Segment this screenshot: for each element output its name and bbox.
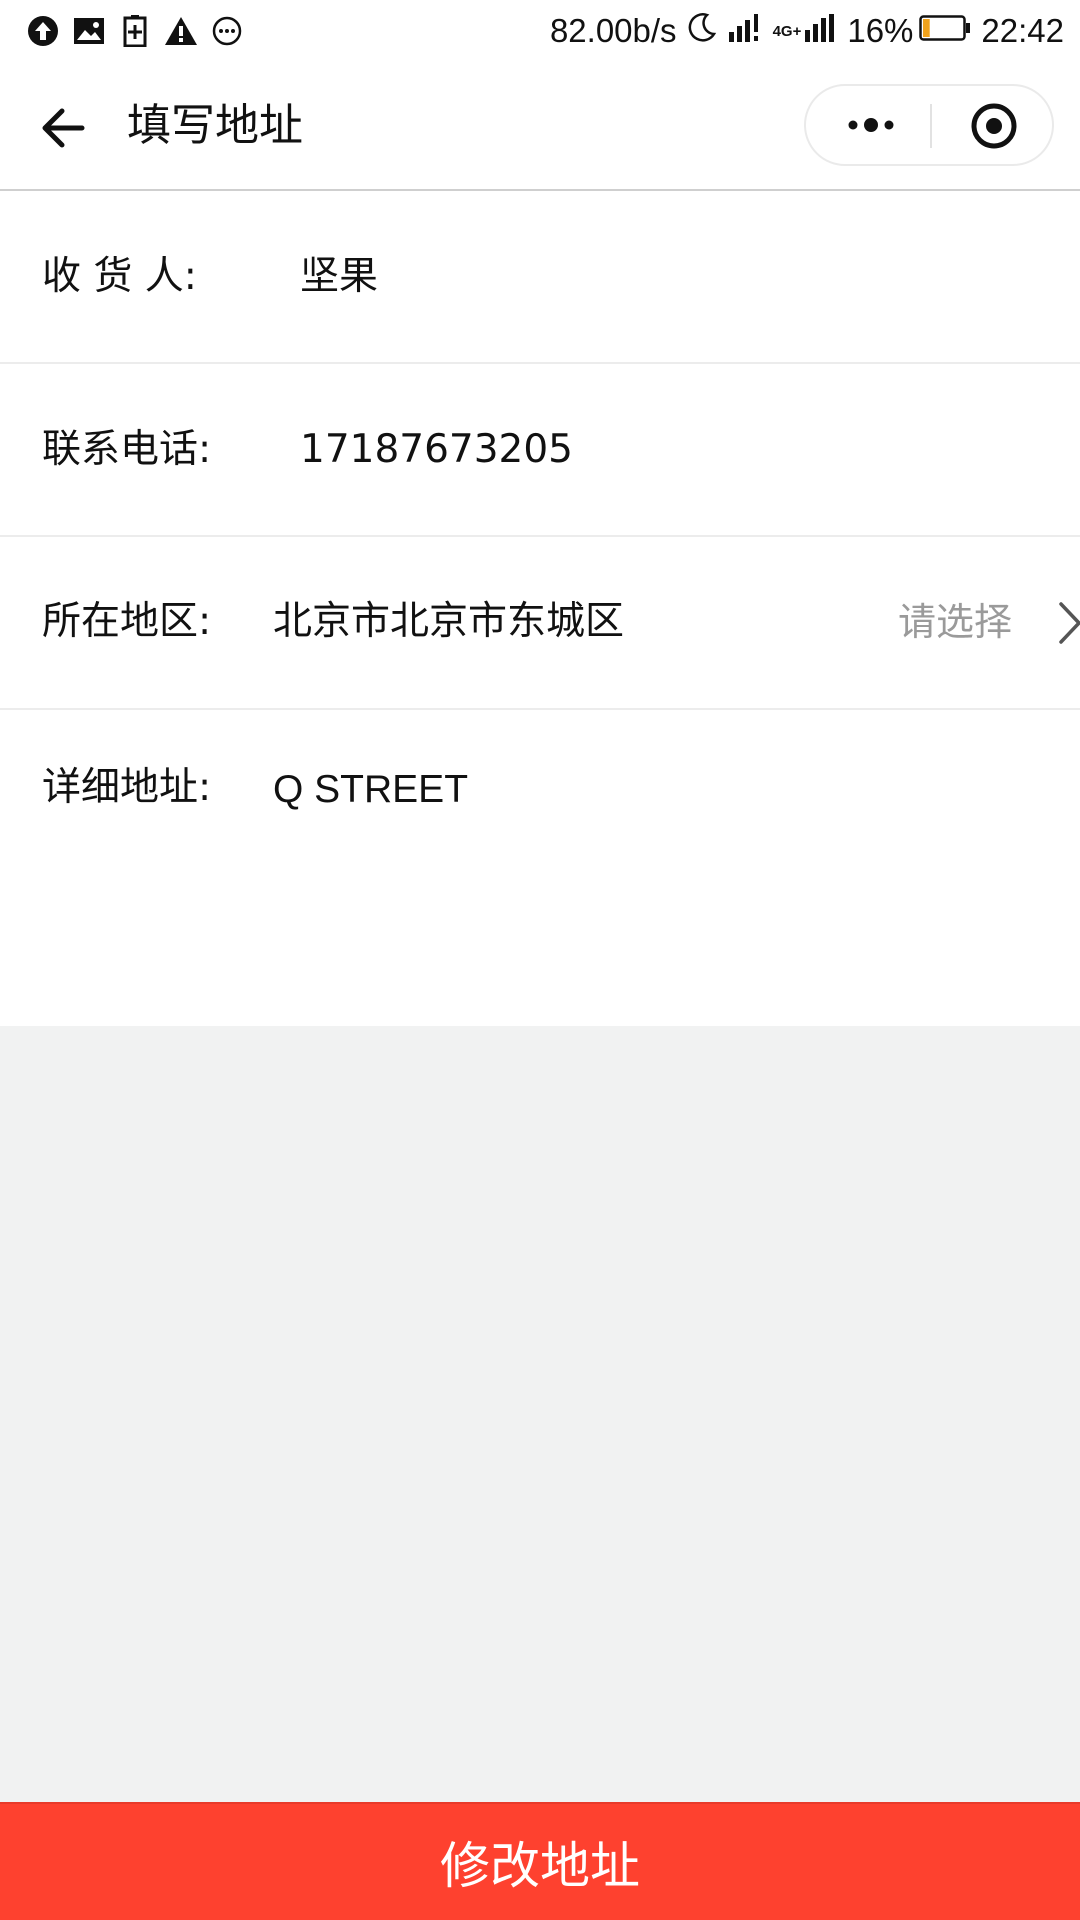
battery-percent: 16% bbox=[847, 12, 914, 49]
close-button[interactable] bbox=[970, 102, 1018, 150]
back-button[interactable] bbox=[36, 100, 92, 156]
nav-bar: 填写地址 bbox=[0, 62, 1080, 191]
image-icon bbox=[72, 14, 106, 48]
region-picker-hint[interactable]: 请选择 bbox=[898, 597, 1012, 647]
battery-saver-icon bbox=[118, 14, 152, 48]
phone-row: 联系电话: 17187673205 bbox=[0, 364, 1080, 535]
modify-address-button[interactable]: 修改地址 bbox=[0, 1802, 1080, 1920]
more-circle-icon bbox=[210, 14, 244, 48]
recipient-label: 收 货 人: bbox=[42, 254, 197, 299]
signal-icon bbox=[727, 12, 761, 50]
warning-icon bbox=[164, 14, 198, 48]
phone-label: 联系电话: bbox=[42, 427, 212, 472]
page-title: 填写地址 bbox=[127, 100, 303, 151]
recipient-input[interactable]: 坚果 bbox=[300, 252, 378, 302]
recipient-row: 收 货 人: 坚果 bbox=[0, 191, 1080, 362]
region-label: 所在地区: bbox=[42, 599, 212, 644]
status-bar-notification-icons bbox=[26, 14, 256, 48]
signal-icon-2 bbox=[803, 12, 837, 50]
clock: 22:42 bbox=[981, 12, 1064, 49]
battery-icon bbox=[919, 12, 971, 50]
capsule-divider bbox=[930, 104, 932, 148]
detail-label: 详细地址: bbox=[42, 765, 212, 810]
more-dots-icon bbox=[848, 118, 894, 132]
net-speed: 82.00b/s bbox=[549, 12, 677, 49]
moon-icon bbox=[687, 12, 717, 50]
detail-row: 详细地址: Q STREET bbox=[0, 710, 1080, 1026]
more-button[interactable] bbox=[836, 102, 906, 148]
upload-icon bbox=[26, 14, 60, 48]
mini-program-capsule bbox=[804, 84, 1054, 166]
chevron-right-icon bbox=[1058, 601, 1080, 645]
network-type: 4G+ bbox=[772, 22, 802, 40]
address-form: 收 货 人: 坚果 联系电话: 17187673205 所在地区: 北京市北京市… bbox=[0, 191, 1080, 1026]
target-circle-icon bbox=[971, 103, 1017, 149]
region-value: 北京市北京市东城区 bbox=[273, 599, 625, 644]
arrow-left-icon bbox=[42, 108, 85, 148]
phone-input[interactable]: 17187673205 bbox=[300, 425, 573, 475]
detail-textarea[interactable]: Q STREET bbox=[273, 765, 468, 815]
region-row[interactable]: 所在地区: 北京市北京市东城区 请选择 bbox=[0, 537, 1080, 708]
status-bar: 82.00b/s 4G+ 16% 22:42 bbox=[0, 0, 1080, 62]
status-bar-system: 82.00b/s 4G+ 16% 22:42 bbox=[540, 8, 1064, 54]
